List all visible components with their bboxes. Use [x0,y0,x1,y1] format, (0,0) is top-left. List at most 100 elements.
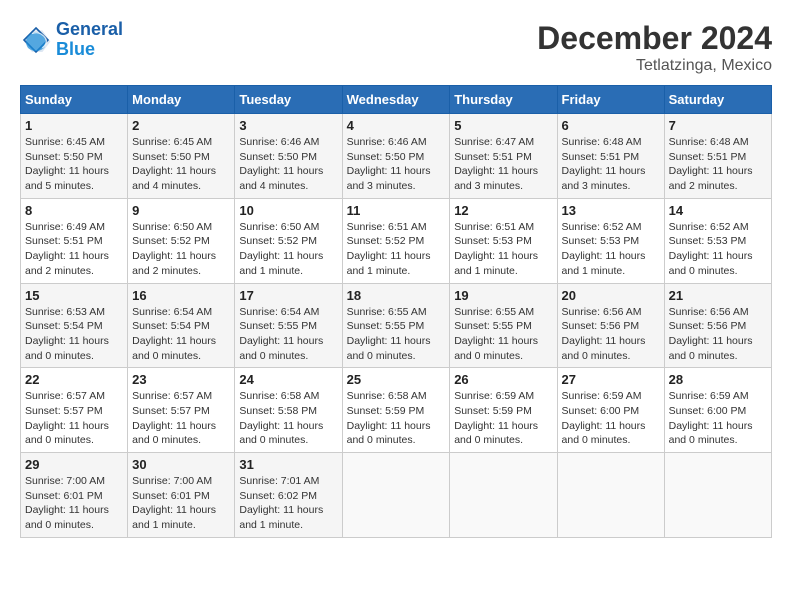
header-row: Sunday Monday Tuesday Wednesday Thursday… [21,86,772,114]
day-info: Sunrise: 6:50 AMSunset: 5:52 PMDaylight:… [132,220,230,279]
logo-line1: General [56,19,123,39]
day-number: 24 [239,372,337,387]
calendar-cell [342,453,450,538]
day-info: Sunrise: 6:54 AMSunset: 5:55 PMDaylight:… [239,305,337,364]
day-info: Sunrise: 6:47 AMSunset: 5:51 PMDaylight:… [454,135,552,194]
day-number: 17 [239,288,337,303]
day-number: 1 [25,118,123,133]
calendar-cell: 25 Sunrise: 6:58 AMSunset: 5:59 PMDayligh… [342,368,450,453]
day-info: Sunrise: 6:48 AMSunset: 5:51 PMDaylight:… [669,135,767,194]
day-info: Sunrise: 7:00 AMSunset: 6:01 PMDaylight:… [132,474,230,533]
logo-icon [20,24,52,56]
day-info: Sunrise: 6:45 AMSunset: 5:50 PMDaylight:… [25,135,123,194]
calendar-cell: 15Sunrise: 6:53 AMSunset: 5:54 PMDayligh… [21,283,128,368]
day-number: 18 [347,288,446,303]
day-number: 20 [562,288,660,303]
calendar-cell: 31Sunrise: 7:01 AMSunset: 6:02 PMDayligh… [235,453,342,538]
day-number: 11 [347,203,446,218]
page-header: General Blue December 2024 Tetlatzinga, … [20,20,772,75]
day-number: 7 [669,118,767,133]
day-number: 26 [454,372,552,387]
day-info: Sunrise: 6:46 AMSunset: 5:50 PMDaylight:… [347,135,446,194]
col-wednesday: Wednesday [342,86,450,114]
day-number: 25 [347,372,446,387]
day-number: 15 [25,288,123,303]
day-info: Sunrise: 6:57 AMSunset: 5:57 PMDaylight:… [132,389,230,448]
day-info: Sunrise: 6:54 AMSunset: 5:54 PMDaylight:… [132,305,230,364]
day-info: Sunrise: 6:52 AMSunset: 5:53 PMDaylight:… [562,220,660,279]
calendar-cell: 10Sunrise: 6:50 AMSunset: 5:52 PMDayligh… [235,198,342,283]
day-info: Sunrise: 6:52 AMSunset: 5:53 PMDaylight:… [669,220,767,279]
day-number: 4 [347,118,446,133]
day-info: Sunrise: 6:57 AMSunset: 5:57 PMDaylight:… [25,389,123,448]
calendar-cell: 11 Sunrise: 6:51 AMSunset: 5:52 PMDayligh… [342,198,450,283]
logo-line2: Blue [56,39,95,59]
calendar-cell: 18 Sunrise: 6:55 AMSunset: 5:55 PMDayligh… [342,283,450,368]
day-number: 27 [562,372,660,387]
day-info: Sunrise: 6:46 AMSunset: 5:50 PMDaylight:… [239,135,337,194]
day-info: Sunrise: 6:55 AMSunset: 5:55 PMDaylight:… [454,305,552,364]
day-number: 21 [669,288,767,303]
calendar-cell: 5Sunrise: 6:47 AMSunset: 5:51 PMDaylight… [450,114,557,199]
day-info: Sunrise: 6:59 AMSunset: 6:00 PMDaylight:… [669,389,767,448]
calendar-cell: 21 Sunrise: 6:56 AMSunset: 5:56 PMDayligh… [664,283,771,368]
day-info: Sunrise: 6:58 AMSunset: 5:59 PMDaylight:… [347,389,446,448]
day-info: Sunrise: 6:59 AMSunset: 6:00 PMDaylight:… [562,389,660,448]
day-number: 12 [454,203,552,218]
logo-text: General Blue [56,20,123,60]
calendar-cell: 14Sunrise: 6:52 AMSunset: 5:53 PMDayligh… [664,198,771,283]
calendar-cell: 22 Sunrise: 6:57 AMSunset: 5:57 PMDayligh… [21,368,128,453]
calendar-week-3: 15Sunrise: 6:53 AMSunset: 5:54 PMDayligh… [21,283,772,368]
calendar-cell: 3 Sunrise: 6:46 AMSunset: 5:50 PMDaylight… [235,114,342,199]
day-info: Sunrise: 6:56 AMSunset: 5:56 PMDaylight:… [669,305,767,364]
day-info: Sunrise: 6:45 AMSunset: 5:50 PMDaylight:… [132,135,230,194]
calendar-week-2: 8 Sunrise: 6:49 AMSunset: 5:51 PMDaylight… [21,198,772,283]
calendar-cell: 9Sunrise: 6:50 AMSunset: 5:52 PMDaylight… [128,198,235,283]
day-info: Sunrise: 6:55 AMSunset: 5:55 PMDaylight:… [347,305,446,364]
col-tuesday: Tuesday [235,86,342,114]
calendar-cell: 7 Sunrise: 6:48 AMSunset: 5:51 PMDaylight… [664,114,771,199]
calendar-cell: 24Sunrise: 6:58 AMSunset: 5:58 PMDayligh… [235,368,342,453]
day-number: 6 [562,118,660,133]
calendar-cell: 29 Sunrise: 7:00 AMSunset: 6:01 PMDayligh… [21,453,128,538]
calendar-cell: 23 Sunrise: 6:57 AMSunset: 5:57 PMDayligh… [128,368,235,453]
month-title: December 2024 [537,20,772,57]
day-number: 8 [25,203,123,218]
day-number: 10 [239,203,337,218]
location-title: Tetlatzinga, Mexico [537,57,772,75]
calendar-cell: 26 Sunrise: 6:59 AMSunset: 5:59 PMDayligh… [450,368,557,453]
day-number: 13 [562,203,660,218]
title-block: December 2024 Tetlatzinga, Mexico [537,20,772,75]
day-number: 29 [25,457,123,472]
calendar-cell [450,453,557,538]
calendar-cell [664,453,771,538]
day-info: Sunrise: 6:56 AMSunset: 5:56 PMDaylight:… [562,305,660,364]
calendar-cell: 19 Sunrise: 6:55 AMSunset: 5:55 PMDayligh… [450,283,557,368]
calendar-week-1: 1 Sunrise: 6:45 AMSunset: 5:50 PMDaylight… [21,114,772,199]
col-monday: Monday [128,86,235,114]
calendar-cell [557,453,664,538]
calendar-cell: 27 Sunrise: 6:59 AMSunset: 6:00 PMDayligh… [557,368,664,453]
day-info: Sunrise: 6:48 AMSunset: 5:51 PMDaylight:… [562,135,660,194]
day-info: Sunrise: 7:01 AMSunset: 6:02 PMDaylight:… [239,474,337,533]
calendar-cell: 20 Sunrise: 6:56 AMSunset: 5:56 PMDayligh… [557,283,664,368]
calendar-cell: 16Sunrise: 6:54 AMSunset: 5:54 PMDayligh… [128,283,235,368]
day-number: 2 [132,118,230,133]
day-number: 23 [132,372,230,387]
day-info: Sunrise: 6:51 AMSunset: 5:52 PMDaylight:… [347,220,446,279]
day-info: Sunrise: 7:00 AMSunset: 6:01 PMDaylight:… [25,474,123,533]
day-number: 30 [132,457,230,472]
day-info: Sunrise: 6:59 AMSunset: 5:59 PMDaylight:… [454,389,552,448]
day-number: 19 [454,288,552,303]
calendar-cell: 13 Sunrise: 6:52 AMSunset: 5:53 PMDayligh… [557,198,664,283]
day-info: Sunrise: 6:49 AMSunset: 5:51 PMDaylight:… [25,220,123,279]
day-number: 28 [669,372,767,387]
logo: General Blue [20,20,123,60]
calendar-cell: 12Sunrise: 6:51 AMSunset: 5:53 PMDayligh… [450,198,557,283]
col-friday: Friday [557,86,664,114]
col-saturday: Saturday [664,86,771,114]
calendar-cell: 17 Sunrise: 6:54 AMSunset: 5:55 PMDayligh… [235,283,342,368]
day-number: 3 [239,118,337,133]
day-number: 22 [25,372,123,387]
calendar-cell: 8 Sunrise: 6:49 AMSunset: 5:51 PMDaylight… [21,198,128,283]
